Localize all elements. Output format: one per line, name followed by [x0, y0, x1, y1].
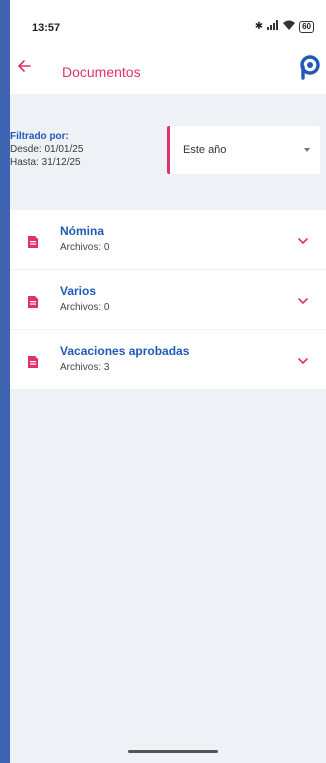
filter-to-date: Hasta: 31/12/25	[10, 157, 81, 168]
bluetooth-icon: ✱	[254, 21, 264, 32]
status-time: 13:57	[32, 22, 61, 34]
status-icons: ✱ 60	[255, 20, 314, 33]
battery-icon: 60	[299, 20, 314, 33]
page-title: Documentos	[62, 64, 141, 80]
document-file-count: Archivos: 3	[60, 362, 110, 373]
document-category-name: Vacaciones aprobadas	[60, 344, 190, 358]
document-file-count: Archivos: 0	[60, 242, 110, 253]
document-category-row[interactable]: Nómina Archivos: 0	[10, 210, 326, 270]
document-file-icon	[28, 296, 38, 308]
filter-panel: Filtrado por: Desde: 01/01/25 Hasta: 31/…	[10, 94, 326, 210]
document-category-name: Nómina	[60, 224, 105, 238]
document-file-icon	[28, 236, 38, 248]
filter-summary: Filtrado por: Desde: 01/01/25 Hasta: 31/…	[10, 130, 83, 169]
phone-screen: 13:57 ✱ 60 Documentos Filtrado por: Desd…	[10, 0, 326, 763]
period-select-value: Este año	[183, 144, 227, 156]
home-indicator[interactable]	[128, 750, 218, 753]
document-category-row[interactable]: Vacaciones aprobadas Archivos: 3	[10, 330, 326, 390]
period-select[interactable]: Este año	[167, 126, 320, 174]
filter-title: Filtrado por:	[10, 131, 69, 142]
status-bar: 13:57 ✱ 60	[10, 0, 326, 40]
caret-down-icon	[304, 148, 310, 152]
chevron-down-icon[interactable]	[298, 357, 308, 365]
document-category-name: Varios	[60, 284, 97, 298]
filter-from-date: Desde: 01/01/25	[10, 144, 84, 155]
arrow-left-icon[interactable]	[16, 58, 32, 74]
chevron-down-icon[interactable]	[298, 297, 308, 305]
brand-logo-icon	[300, 55, 320, 80]
chevron-down-icon[interactable]	[298, 237, 308, 245]
document-list: Nómina Archivos: 0 Varios Archivos: 0 Va…	[10, 210, 326, 390]
signal-icon	[267, 20, 279, 33]
app-bar: Documentos	[10, 40, 326, 94]
document-category-row[interactable]: Varios Archivos: 0	[10, 270, 326, 330]
document-file-icon	[28, 356, 38, 368]
wifi-icon	[283, 20, 296, 33]
document-file-count: Archivos: 0	[60, 302, 110, 313]
empty-content-area	[10, 390, 326, 763]
